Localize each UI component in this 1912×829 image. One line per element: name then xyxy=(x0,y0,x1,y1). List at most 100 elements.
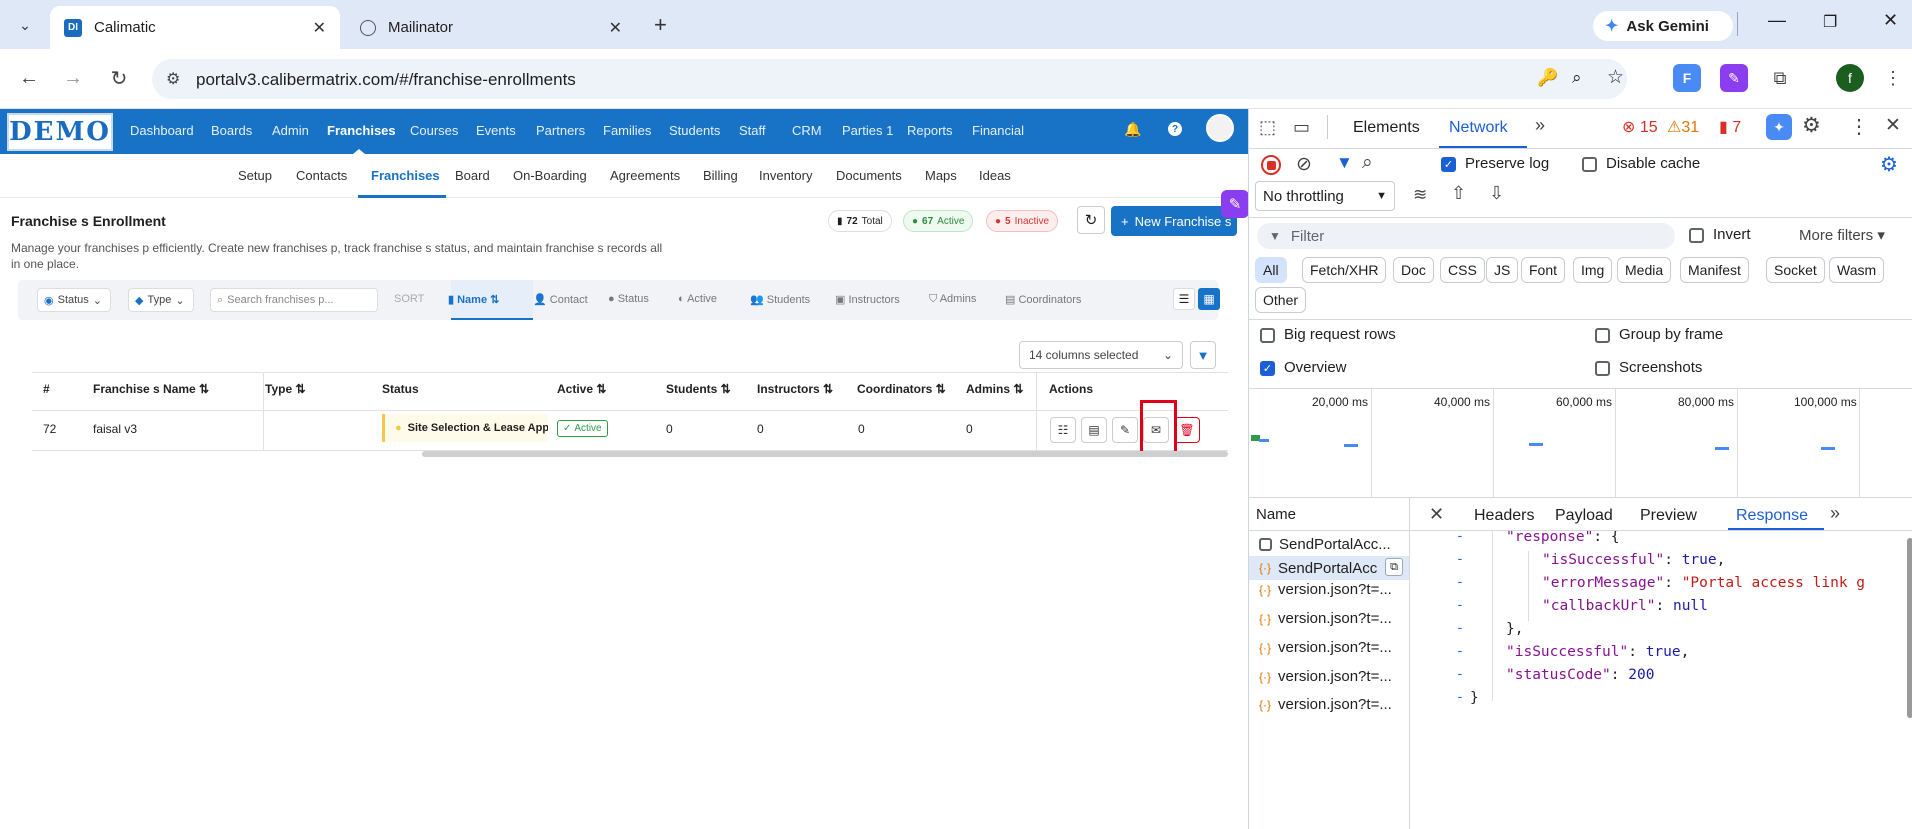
name-column-header[interactable]: Name xyxy=(1256,506,1296,523)
request-row[interactable]: SendPortalAcc... xyxy=(1259,533,1409,555)
cell-name[interactable]: faisal v3 xyxy=(93,422,137,436)
ai-assistant-icon[interactable]: ✦ xyxy=(1766,114,1792,140)
tab-response[interactable]: Response xyxy=(1736,507,1808,525)
search-icon[interactable]: ⌕ xyxy=(1362,152,1373,174)
user-avatar[interactable] xyxy=(1206,114,1234,142)
request-row[interactable]: {·} version.json?t=... xyxy=(1259,610,1392,627)
search-input[interactable]: ⌕ Search franchises p... xyxy=(210,288,378,312)
vertical-scrollbar[interactable] xyxy=(1907,538,1912,718)
network-conditions-icon[interactable]: ≋ xyxy=(1413,185,1427,205)
chip-manifest[interactable]: Manifest xyxy=(1680,257,1749,283)
import-har-icon[interactable]: ⇧ xyxy=(1451,183,1466,204)
nav-admin[interactable]: Admin xyxy=(272,123,309,138)
bell-icon[interactable]: 🔔 xyxy=(1124,121,1141,138)
nav-reports[interactable]: Reports xyxy=(907,123,953,138)
screenshots-checkbox[interactable] xyxy=(1595,361,1610,376)
tab-calimatic[interactable]: DI Calimatic ✕ xyxy=(50,6,340,49)
chip-doc[interactable]: Doc xyxy=(1393,257,1434,283)
table-view-icon[interactable]: ▦ xyxy=(1198,288,1220,310)
subnav-billing[interactable]: Billing xyxy=(703,168,738,183)
chip-socket[interactable]: Socket xyxy=(1766,257,1825,283)
reload-button[interactable]: ↻ xyxy=(104,63,134,93)
th-name[interactable]: Franchise s Name ⇅ xyxy=(93,382,209,396)
app-logo[interactable]: DEMO xyxy=(7,113,113,151)
request-row[interactable]: {·} version.json?t=... xyxy=(1259,696,1392,713)
refresh-button[interactable]: ↻ xyxy=(1077,206,1105,234)
request-row[interactable]: {·} version.json?t=... xyxy=(1259,668,1392,685)
chip-js[interactable]: JS xyxy=(1486,257,1519,283)
nav-families[interactable]: Families xyxy=(603,123,651,138)
chip-css[interactable]: CSS xyxy=(1440,257,1485,283)
tab-elements[interactable]: Elements xyxy=(1353,119,1420,137)
subnav-onboarding[interactable]: On-Boarding xyxy=(513,168,587,183)
throttling-select[interactable]: No throttling ▼ xyxy=(1255,181,1395,211)
invert-checkbox[interactable] xyxy=(1689,228,1704,243)
status-filter[interactable]: ◉ Status ⌄ xyxy=(37,288,111,312)
copy-icon[interactable]: ⧉ xyxy=(1385,558,1403,576)
error-count[interactable]: ⊗ 15 xyxy=(1622,117,1658,137)
url-text[interactable]: portalv3.calibermatrix.com/#/franchise-e… xyxy=(196,70,576,90)
nav-staff[interactable]: Staff xyxy=(739,123,766,138)
kebab-menu-icon[interactable]: ⋮ xyxy=(1849,114,1869,139)
clear-icon[interactable]: ⊘ xyxy=(1296,153,1312,176)
close-icon[interactable]: ✕ xyxy=(609,18,622,38)
disable-cache-checkbox[interactable] xyxy=(1582,157,1597,172)
back-button[interactable]: ← xyxy=(14,63,44,93)
nav-financial[interactable]: Financial xyxy=(972,123,1024,138)
nav-franchises[interactable]: Franchises xyxy=(327,123,396,138)
warning-count[interactable]: ⚠31 xyxy=(1667,117,1699,137)
network-overview-timeline[interactable]: 20,000 ms 40,000 ms 60,000 ms 80,000 ms … xyxy=(1249,389,1912,497)
edit-icon[interactable]: ✎ xyxy=(1112,417,1138,443)
extension-pen-icon[interactable]: ✎ xyxy=(1720,64,1748,92)
tab-preview[interactable]: Preview xyxy=(1640,507,1697,525)
settings-gear-icon[interactable]: ⚙ xyxy=(1802,113,1821,138)
more-filters-dropdown[interactable]: More filters ▾ xyxy=(1799,226,1885,244)
subnav-contacts[interactable]: Contacts xyxy=(296,168,347,183)
details-list-icon[interactable]: ▤ xyxy=(1081,417,1107,443)
nav-dashboard[interactable]: Dashboard xyxy=(130,123,194,138)
tab-mailinator[interactable]: Mailinator ✕ xyxy=(346,6,636,49)
forward-button[interactable]: → xyxy=(58,63,88,93)
subnav-inventory[interactable]: Inventory xyxy=(759,168,812,183)
tab-search-button[interactable]: ⌄ xyxy=(10,12,40,38)
extension-icon[interactable]: F xyxy=(1673,64,1701,92)
sort-coordinators[interactable]: ▤ Coordinators xyxy=(1005,293,1081,306)
chip-all[interactable]: All xyxy=(1255,257,1287,283)
menu-kebab-icon[interactable]: ⋮ xyxy=(1879,64,1907,92)
ask-gemini-button[interactable]: ✦ Ask Gemini xyxy=(1593,11,1733,41)
new-franchise-button[interactable]: + New Franchise s xyxy=(1111,206,1237,236)
settings-sliders-icon[interactable]: ☷ xyxy=(1050,417,1076,443)
bookmark-star-icon[interactable]: ☆ xyxy=(1607,66,1624,89)
sort-name[interactable]: ▮ Name ⇅ xyxy=(448,293,499,306)
inspect-element-icon[interactable]: ⬚ xyxy=(1259,117,1276,138)
network-settings-gear-icon[interactable]: ⚙ xyxy=(1880,152,1898,177)
th-type[interactable]: Type ⇅ xyxy=(265,382,306,396)
columns-select[interactable]: 14 columns selected ⌄ xyxy=(1019,341,1183,369)
password-key-icon[interactable]: 🔑 xyxy=(1537,68,1558,88)
preserve-log-checkbox[interactable]: ✓ xyxy=(1441,157,1456,172)
request-row[interactable]: {·} version.json?t=... xyxy=(1259,639,1392,656)
close-icon[interactable]: ✕ xyxy=(313,18,326,38)
th-coordinators[interactable]: Coordinators ⇅ xyxy=(857,382,946,396)
subnav-agreements[interactable]: Agreements xyxy=(610,168,680,183)
subnav-setup[interactable]: Setup xyxy=(238,168,272,183)
nav-parties[interactable]: Parties 1 xyxy=(842,123,893,138)
stop-recording-icon[interactable] xyxy=(1261,155,1281,175)
subnav-maps[interactable]: Maps xyxy=(925,168,957,183)
restore-button[interactable]: ❐ xyxy=(1823,12,1837,32)
th-admins[interactable]: Admins ⇅ xyxy=(966,382,1023,396)
tab-payload[interactable]: Payload xyxy=(1555,507,1613,525)
type-filter[interactable]: ◆ Type ⌄ xyxy=(128,288,194,312)
sort-contact[interactable]: 👤 Contact xyxy=(533,293,588,306)
request-row-selected[interactable]: {·} SendPortalAcc ⧉ xyxy=(1249,556,1409,580)
response-body[interactable]: - - - - - - - - "response": { "isSuccess… xyxy=(1410,531,1900,829)
nav-partners[interactable]: Partners xyxy=(536,123,585,138)
omnibox[interactable]: ⚙ portalv3.calibermatrix.com/#/franchise… xyxy=(152,59,1627,99)
group-by-frame-checkbox[interactable] xyxy=(1595,328,1610,343)
nav-courses[interactable]: Courses xyxy=(410,123,458,138)
sort-status[interactable]: ● Status xyxy=(608,293,649,305)
network-filter-input[interactable]: ▼ Filter xyxy=(1257,223,1675,249)
sort-admins[interactable]: ⛉ Admins xyxy=(929,293,976,306)
sort-students[interactable]: 👥 Students xyxy=(750,293,810,306)
close-window-button[interactable]: ✕ xyxy=(1883,10,1898,31)
